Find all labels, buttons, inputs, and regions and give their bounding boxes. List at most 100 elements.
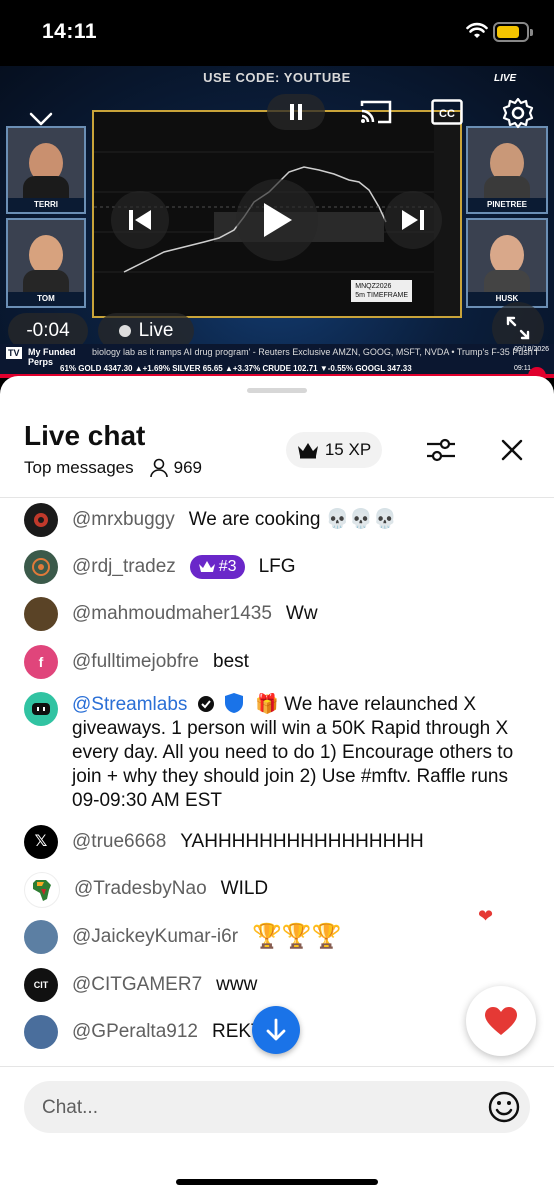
avatar[interactable] bbox=[24, 550, 58, 584]
cam-husk: HUSK bbox=[466, 218, 548, 308]
cam-pinetree: PINETREE bbox=[466, 126, 548, 214]
avatar[interactable] bbox=[24, 872, 60, 908]
cast-icon[interactable] bbox=[358, 98, 394, 126]
chat-message-streamlabs[interactable]: @Streamlabs 🎁 We have relaunched X givea… bbox=[24, 692, 530, 813]
status-time: 14:11 bbox=[42, 20, 98, 43]
chat-message[interactable]: @rdj_tradez #3 LFG bbox=[24, 550, 296, 584]
message-author[interactable]: @GPeralta912 bbox=[72, 1020, 198, 1044]
avatar[interactable] bbox=[24, 597, 58, 631]
fullscreen-icon bbox=[506, 316, 530, 340]
video-player[interactable]: USE CODE: YOUTUBE MNQZ2026 5m TIMEFRAME T… bbox=[0, 66, 554, 378]
message-text: LFG bbox=[258, 556, 296, 577]
chat-title: Live chat bbox=[24, 420, 146, 451]
message-author[interactable]: @rdj_tradez bbox=[72, 555, 176, 579]
chat-message[interactable]: 𝕏 @true6668 YAHHHHHHHHHHHHHHHH bbox=[24, 825, 424, 859]
captions-icon[interactable]: CC bbox=[431, 99, 463, 125]
previous-button[interactable] bbox=[111, 191, 169, 249]
sliders-icon bbox=[427, 438, 455, 462]
like-heart-button[interactable] bbox=[466, 986, 536, 1056]
chat-mode-label[interactable]: Top messages bbox=[24, 458, 134, 478]
skip-previous-icon bbox=[129, 210, 151, 230]
close-icon bbox=[501, 439, 523, 461]
news-ticker: TV My Funded Perps biology lab as it ramp… bbox=[0, 344, 554, 378]
message-author[interactable]: @mahmoudmaher1435 bbox=[72, 602, 272, 626]
chart-symbol-label: MNQZ2026 5m TIMEFRAME bbox=[351, 280, 412, 302]
floating-heart-icon: ❤ bbox=[478, 906, 494, 926]
avatar[interactable] bbox=[24, 1015, 58, 1049]
message-author[interactable]: @JaickeyKumar-i6r bbox=[72, 925, 238, 949]
cam-terri: TERRI bbox=[6, 126, 86, 214]
live-dot-icon bbox=[118, 325, 131, 337]
live-corner-badge: LIVE bbox=[494, 73, 517, 84]
chat-input-container[interactable] bbox=[24, 1081, 530, 1135]
ticker-quotes: 61% GOLD 4347.30 ▲+1.69% SILVER 65.65 ▲+… bbox=[60, 364, 412, 373]
message-text: YAHHHHHHHHHHHHHHHH bbox=[180, 831, 424, 852]
chat-message[interactable]: CIT @CITGAMER7 www bbox=[24, 968, 258, 1002]
message-author[interactable]: @Streamlabs bbox=[72, 694, 187, 715]
status-bar: 14:11 bbox=[0, 0, 554, 66]
arrow-down-icon bbox=[266, 1018, 286, 1041]
wifi-icon bbox=[466, 22, 488, 38]
drag-handle[interactable] bbox=[247, 388, 307, 393]
xp-button[interactable]: 15 XP bbox=[286, 432, 382, 468]
scroll-to-bottom-button[interactable] bbox=[252, 1006, 300, 1054]
filter-button[interactable] bbox=[423, 432, 459, 468]
home-indicator bbox=[176, 1179, 378, 1185]
chat-message[interactable]: @TradesbyNao WILD bbox=[24, 872, 269, 908]
streamlabs-logo-icon bbox=[32, 703, 50, 715]
svg-text:CC: CC bbox=[439, 108, 455, 120]
avatar[interactable]: CIT bbox=[24, 968, 58, 1002]
settings-gear-icon[interactable] bbox=[502, 97, 534, 129]
play-icon bbox=[264, 203, 292, 237]
avatar[interactable]: f bbox=[24, 645, 58, 679]
message-author[interactable]: @TradesbyNao bbox=[74, 877, 207, 901]
crown-icon bbox=[198, 561, 215, 572]
pause-icon bbox=[290, 104, 302, 120]
avatar[interactable]: 𝕏 bbox=[24, 825, 58, 859]
chat-message[interactable]: @mahmoudmaher1435 Ww bbox=[24, 597, 318, 631]
chat-message[interactable]: @mrxbuggy We are cooking 💀💀💀 bbox=[24, 503, 397, 537]
member-rank-badge: #3 bbox=[189, 555, 245, 579]
tv-logo: TV bbox=[6, 347, 22, 359]
chat-input[interactable] bbox=[40, 1081, 464, 1135]
footer-divider bbox=[0, 1066, 554, 1067]
crown-icon bbox=[297, 443, 318, 459]
battery-icon bbox=[493, 22, 533, 42]
chevron-down-icon[interactable] bbox=[28, 110, 54, 128]
chat-message[interactable]: f @fulltimejobfre best bbox=[24, 645, 249, 679]
verified-icon bbox=[197, 696, 214, 712]
message-author[interactable]: @fulltimejobfre bbox=[72, 650, 199, 674]
message-text: We are cooking 💀💀💀 bbox=[188, 509, 397, 530]
pause-button[interactable] bbox=[267, 94, 325, 130]
moderator-shield-icon bbox=[224, 693, 243, 713]
emoji-icon[interactable] bbox=[488, 1091, 520, 1123]
message-text: 🏆🏆🏆 bbox=[252, 923, 342, 950]
ticker-date: 09/18/2026 bbox=[514, 346, 550, 353]
message-text: WILD bbox=[220, 878, 269, 899]
header-divider bbox=[0, 497, 554, 498]
chat-message[interactable]: @JaickeyKumar-i6r 🏆🏆🏆 bbox=[24, 920, 342, 954]
next-button[interactable] bbox=[384, 191, 442, 249]
africa-map-icon bbox=[33, 880, 51, 901]
avatar[interactable] bbox=[24, 920, 58, 954]
avatar-logo-icon bbox=[32, 558, 50, 576]
ticker-headline: biology lab as it ramps AI drug program'… bbox=[92, 347, 538, 357]
person-icon bbox=[149, 458, 168, 478]
avatar-logo-icon bbox=[34, 513, 48, 527]
avatar[interactable] bbox=[24, 692, 58, 726]
viewer-count: 969 bbox=[149, 458, 202, 478]
message-text: www bbox=[216, 974, 258, 995]
chat-mode-selector[interactable]: Top messages 969 bbox=[24, 458, 202, 478]
promo-code-overlay: USE CODE: YOUTUBE bbox=[203, 70, 351, 85]
message-author[interactable]: @CITGAMER7 bbox=[72, 973, 202, 997]
heart-icon bbox=[485, 1007, 517, 1035]
message-author[interactable]: @mrxbuggy bbox=[72, 508, 175, 532]
close-button[interactable] bbox=[494, 432, 530, 468]
live-chat-panel: Live chat Top messages 969 15 XP @mrxbug… bbox=[0, 376, 554, 1199]
message-text: best bbox=[213, 651, 249, 672]
message-author[interactable]: @true6668 bbox=[72, 830, 166, 854]
avatar[interactable] bbox=[24, 503, 58, 537]
message-text: Ww bbox=[285, 603, 318, 624]
play-button[interactable] bbox=[236, 179, 318, 261]
skip-next-icon bbox=[402, 210, 424, 230]
